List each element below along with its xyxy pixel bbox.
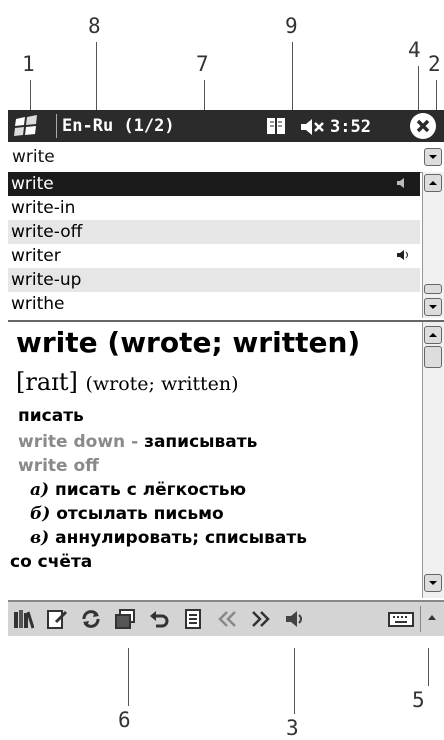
list-icon[interactable] bbox=[182, 608, 204, 630]
speaker-icon[interactable] bbox=[284, 608, 306, 630]
arrow-down-icon bbox=[429, 305, 437, 309]
list-item-label: writer bbox=[11, 246, 61, 266]
phrase-write-down: write down - записывать bbox=[18, 432, 257, 452]
forward-icon[interactable] bbox=[250, 608, 272, 630]
sub-sense-text: аннулировать; списывать bbox=[49, 528, 307, 548]
callout-7: 7 bbox=[196, 52, 209, 76]
callout-1: 1 bbox=[22, 52, 35, 76]
phrase-translation: записывать bbox=[144, 432, 258, 452]
list-item-label: write bbox=[11, 174, 54, 194]
windows-start-icon[interactable] bbox=[12, 113, 42, 139]
library-icon[interactable] bbox=[12, 608, 34, 630]
bottom-toolbar bbox=[8, 600, 444, 636]
phrase-dash: - bbox=[125, 432, 145, 452]
volume-mute-icon[interactable] bbox=[300, 118, 326, 136]
sub-sense-a: а) писать с лёгкостью bbox=[30, 480, 246, 500]
callout-4: 4 bbox=[408, 38, 421, 62]
sub-sense-b: б) отсылать письмо bbox=[30, 504, 224, 524]
clock[interactable]: 3:52 bbox=[330, 117, 371, 137]
sub-sense-c-continued: со счёта bbox=[10, 552, 93, 572]
phrase-link[interactable]: write down bbox=[18, 432, 125, 452]
title-bar: En-Ru (1/2) 3:52 bbox=[8, 110, 444, 142]
callout-5: 5 bbox=[412, 688, 425, 712]
transcription: [raɪt] bbox=[16, 368, 78, 396]
search-input[interactable]: write bbox=[10, 145, 422, 169]
scroll-thumb[interactable] bbox=[424, 284, 442, 294]
scroll-up-button[interactable] bbox=[424, 326, 442, 344]
transcription-line: [raɪt] (wrote; written) bbox=[16, 368, 239, 396]
list-item-label: writhe bbox=[11, 294, 65, 314]
cards-icon[interactable] bbox=[114, 608, 136, 630]
headword: write (wrote; written) bbox=[16, 326, 361, 359]
callout-3: 3 bbox=[286, 716, 299, 740]
device-screen: En-Ru (1/2) 3:52 write write write-in wr… bbox=[8, 110, 444, 648]
history-dropdown-button[interactable] bbox=[424, 148, 442, 166]
keyboard-icon[interactable] bbox=[388, 608, 414, 630]
callout-2: 2 bbox=[428, 52, 441, 76]
sense-1: писать bbox=[18, 406, 84, 426]
scroll-up-button[interactable] bbox=[424, 174, 442, 192]
dictionary-book-icon[interactable] bbox=[266, 116, 286, 136]
list-item[interactable]: write bbox=[8, 172, 420, 196]
word-list-scrollbar[interactable] bbox=[422, 172, 444, 318]
arrow-up-icon bbox=[429, 181, 437, 185]
scroll-thumb[interactable] bbox=[424, 346, 442, 368]
sound-icon[interactable] bbox=[396, 176, 410, 190]
article-scrollbar[interactable] bbox=[422, 322, 444, 598]
scroll-down-button[interactable] bbox=[424, 298, 442, 316]
sub-sense-number: б) bbox=[30, 504, 51, 524]
sub-sense-text: отсылать письмо bbox=[50, 504, 224, 524]
sub-sense-number: а) bbox=[30, 480, 50, 500]
refresh-icon[interactable] bbox=[80, 608, 102, 630]
word-forms: (wrote; written) bbox=[85, 373, 239, 395]
scroll-down-button[interactable] bbox=[424, 574, 442, 592]
list-item[interactable]: writer bbox=[8, 244, 420, 268]
callout-8: 8 bbox=[88, 14, 101, 38]
back-icon[interactable] bbox=[216, 608, 238, 630]
list-item-label: write-up bbox=[11, 270, 82, 290]
sip-arrow-icon[interactable] bbox=[424, 608, 440, 630]
close-icon[interactable] bbox=[410, 113, 436, 139]
callout-3-leader bbox=[294, 648, 295, 714]
list-item[interactable]: writhe bbox=[8, 292, 420, 316]
search-row: write bbox=[8, 142, 444, 173]
callout-9: 9 bbox=[285, 14, 298, 38]
article-view[interactable]: write (wrote; written) [raɪt] (wrote; wr… bbox=[8, 322, 444, 598]
chevron-down-icon bbox=[429, 155, 437, 159]
sound-icon[interactable] bbox=[396, 248, 410, 262]
sub-sense-text: писать с лёгкостью bbox=[49, 480, 246, 500]
app-title[interactable]: En-Ru (1/2) bbox=[62, 116, 175, 136]
callout-6: 6 bbox=[118, 708, 131, 732]
arrow-up-icon bbox=[429, 333, 437, 337]
list-item[interactable]: write-in bbox=[8, 196, 420, 220]
phrase-write-off[interactable]: write off bbox=[18, 456, 99, 476]
list-item-label: write-off bbox=[11, 222, 83, 242]
toolbar-separator bbox=[420, 606, 421, 632]
sub-sense-number: в) bbox=[30, 528, 50, 548]
sub-sense-c: в) аннулировать; списывать bbox=[30, 528, 307, 548]
list-item[interactable]: write-off bbox=[8, 220, 420, 244]
word-list: write write-in write-off writer write-up… bbox=[8, 172, 444, 322]
undo-icon[interactable] bbox=[148, 608, 170, 630]
edit-icon[interactable] bbox=[46, 608, 68, 630]
arrow-down-icon bbox=[429, 581, 437, 585]
list-item-label: write-in bbox=[11, 198, 76, 218]
list-item[interactable]: write-up bbox=[8, 268, 420, 292]
title-separator bbox=[56, 114, 57, 138]
